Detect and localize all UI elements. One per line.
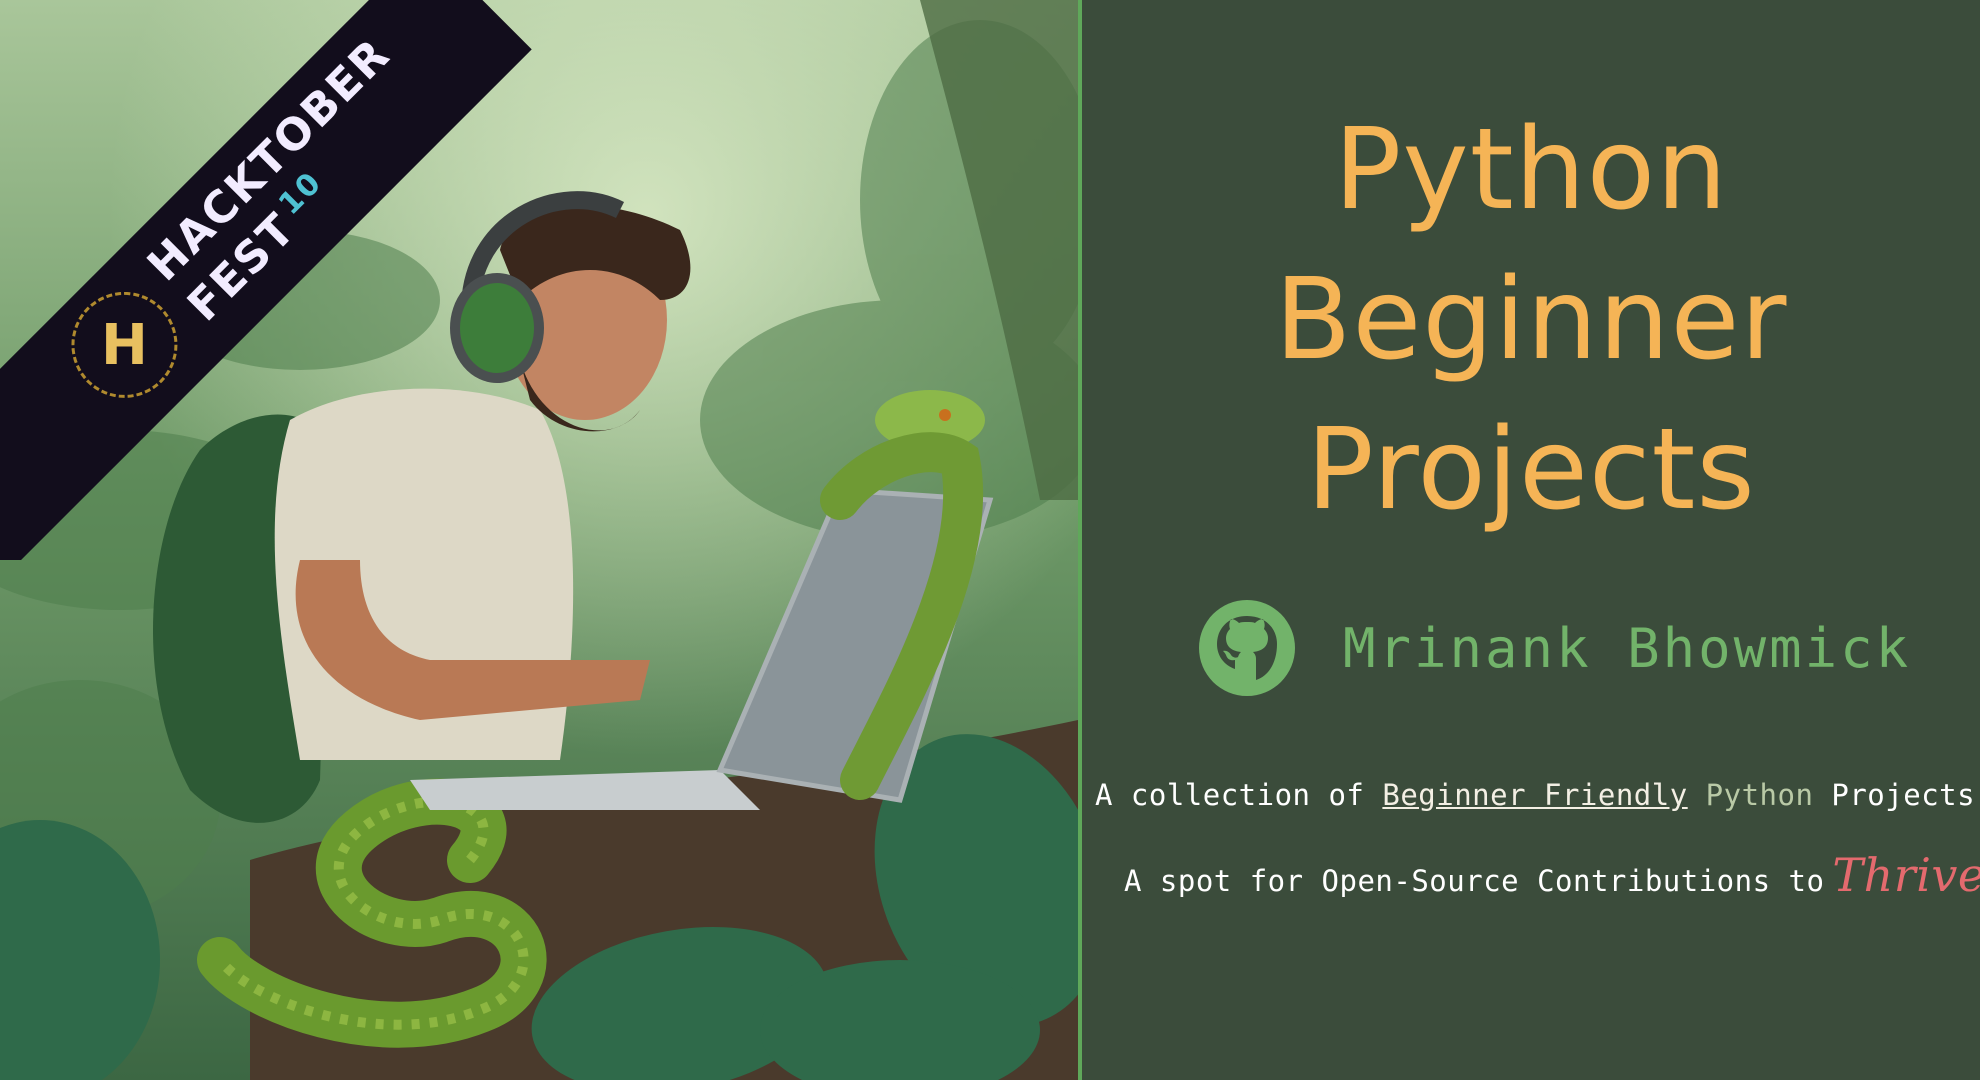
hero-illustration [0,0,1078,1080]
author-name: Mrinank Bhowmick [1343,616,1912,680]
title-line: Projects [1306,405,1756,535]
tagline-line-1: A collection of Beginner Friendly Python… [1095,778,1980,812]
github-icon [1199,600,1295,696]
thrive-accent: Thrive [1832,848,1980,902]
info-panel: Python Beginner Projects Mrinank Bhowmic… [1082,0,1980,1080]
author-link[interactable]: Mrinank Bhowmick [1197,598,1911,698]
title-line: Beginner [1274,255,1788,385]
page-title: Python Beginner Projects [1082,95,1980,545]
tagline-line-2: A spot for Open-Source Contributions to T… [1124,848,1980,902]
title-line: Python [1333,105,1729,235]
beginner-friendly-link[interactable]: Beginner Friendly [1382,778,1687,812]
